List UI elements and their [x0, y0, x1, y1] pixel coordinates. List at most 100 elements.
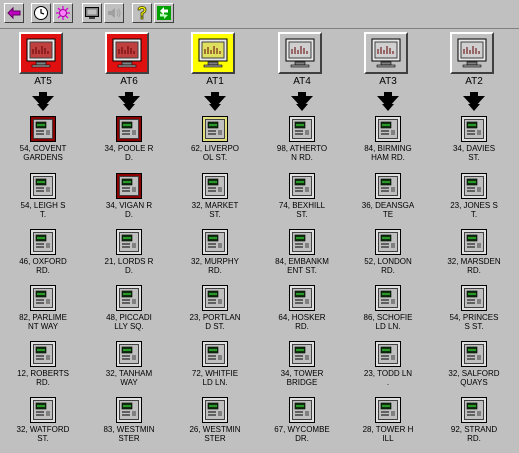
station-item[interactable]: 54, PRINCES S ST.: [431, 285, 517, 341]
sun-button[interactable]: [53, 3, 73, 23]
station-item[interactable]: 32, MARKET ST.: [172, 173, 258, 229]
at-tile-at2[interactable]: [450, 32, 494, 74]
station-panel-icon[interactable]: [116, 341, 142, 367]
station-item[interactable]: 54, LEIGH S T.: [0, 173, 86, 229]
station-item[interactable]: 26, WESTMIN STER: [172, 397, 258, 453]
station-item[interactable]: 34, VIGAN R D.: [86, 173, 172, 229]
station-item[interactable]: 74, BEXHILL ST.: [259, 173, 345, 229]
station-item[interactable]: 46, OXFORD RD.: [0, 229, 86, 285]
station-panel-icon[interactable]: [289, 285, 315, 311]
at-tile-at4[interactable]: [278, 32, 322, 74]
station-panel-icon[interactable]: [289, 397, 315, 423]
station-panel-icon[interactable]: [116, 173, 142, 199]
station-panel-icon[interactable]: [461, 116, 487, 142]
station-item[interactable]: 82, PARLIME NT WAY: [0, 285, 86, 341]
help-button[interactable]: [132, 3, 152, 23]
at-tile-at3[interactable]: [364, 32, 408, 74]
station-item[interactable]: 92, STRAND RD.: [431, 397, 517, 453]
at-tile-at6[interactable]: [105, 32, 149, 74]
station-panel-icon[interactable]: [202, 285, 228, 311]
station-panel-icon[interactable]: [30, 341, 56, 367]
station-item[interactable]: 32, MARSDEN RD.: [431, 229, 517, 285]
station-item[interactable]: 23, PORTLAN D ST.: [172, 285, 258, 341]
at-tile-at1[interactable]: [191, 32, 235, 74]
station-panel-icon[interactable]: [375, 173, 401, 199]
station-panel-icon[interactable]: [461, 397, 487, 423]
station-item[interactable]: 48, PICCADI LLY SQ.: [86, 285, 172, 341]
station-panel-icon[interactable]: [461, 341, 487, 367]
back-button[interactable]: [4, 3, 24, 23]
station-item[interactable]: 98, ATHERTO N RD.: [259, 116, 345, 172]
station-panel-icon[interactable]: [375, 285, 401, 311]
station-panel-icon[interactable]: [461, 173, 487, 199]
station-label: 84, EMBANKM ENT ST.: [275, 257, 329, 275]
station-panel-icon[interactable]: [30, 173, 56, 199]
station-label: 52, LONDON RD.: [364, 257, 412, 275]
station-item[interactable]: 83, WESTMIN STER: [86, 397, 172, 453]
station-item[interactable]: 34, DAVIES ST.: [431, 116, 517, 172]
station-item[interactable]: 84, BIRMING HAM RD.: [345, 116, 431, 172]
station-label: 46, OXFORD RD.: [19, 257, 67, 275]
station-item[interactable]: 52, LONDON RD.: [345, 229, 431, 285]
at-monitor-icon: [26, 38, 56, 68]
station-panel-icon[interactable]: [116, 229, 142, 255]
station-panel-icon[interactable]: [202, 341, 228, 367]
station-panel-icon[interactable]: [116, 397, 142, 423]
station-item[interactable]: 32, TANHAM WAY: [86, 341, 172, 397]
station-panel-icon[interactable]: [461, 229, 487, 255]
down-arrow-icon: [204, 92, 226, 111]
down-arrow-icon: [118, 92, 140, 111]
station-panel-icon[interactable]: [30, 229, 56, 255]
station-label: 32, SALFORD QUAYS: [448, 369, 500, 387]
station-item[interactable]: 34, TOWER BRIDGE: [259, 341, 345, 397]
at-tile-at5[interactable]: [19, 32, 63, 74]
station-panel-icon[interactable]: [375, 116, 401, 142]
station-label: 34, VIGAN R D.: [105, 201, 153, 219]
station-item[interactable]: 64, HOSKER RD.: [259, 285, 345, 341]
station-item[interactable]: 32, WATFORD ST.: [0, 397, 86, 453]
station-panel-icon[interactable]: [461, 285, 487, 311]
station-item[interactable]: 21, LORDS R D.: [86, 229, 172, 285]
clock-button[interactable]: [31, 3, 51, 23]
station-label: 21, LORDS R D.: [104, 257, 154, 275]
station-item[interactable]: 23, TODD LN .: [345, 341, 431, 397]
station-panel-icon[interactable]: [30, 285, 56, 311]
station-panel-icon[interactable]: [375, 341, 401, 367]
station-item[interactable]: 23, JONES S T.: [431, 173, 517, 229]
station-item[interactable]: 36, DEANSGA TE: [345, 173, 431, 229]
station-panel-icon[interactable]: [289, 229, 315, 255]
station-item[interactable]: 84, EMBANKM ENT ST.: [259, 229, 345, 285]
station-item[interactable]: 12, ROBERTS RD.: [0, 341, 86, 397]
at-monitor-icon: [371, 38, 401, 68]
station-panel-icon[interactable]: [116, 285, 142, 311]
station-panel-icon[interactable]: [289, 341, 315, 367]
station-item[interactable]: 86, SCHOFIE LD LN.: [345, 285, 431, 341]
station-label: 98, ATHERTO N RD.: [276, 144, 328, 162]
station-panel-icon[interactable]: [202, 116, 228, 142]
station-item[interactable]: 32, SALFORD QUAYS: [431, 341, 517, 397]
station-item[interactable]: 28, TOWER H ILL: [345, 397, 431, 453]
station-panel-icon[interactable]: [375, 229, 401, 255]
station-label: 26, WESTMIN STER: [189, 425, 241, 443]
station-item[interactable]: 67, WYCOMBE DR.: [259, 397, 345, 453]
station-panel-icon[interactable]: [289, 116, 315, 142]
sound-button[interactable]: [104, 3, 124, 23]
down-arrow-icon: [377, 92, 399, 111]
station-panel-icon[interactable]: [202, 397, 228, 423]
station-item[interactable]: 34, POOLE R D.: [86, 116, 172, 172]
station-panel-icon[interactable]: [375, 397, 401, 423]
refresh-button[interactable]: [154, 3, 174, 23]
station-panel-icon[interactable]: [202, 173, 228, 199]
station-panel-icon[interactable]: [289, 173, 315, 199]
station-item[interactable]: 32, MURPHY RD.: [172, 229, 258, 285]
station-panel-icon[interactable]: [116, 116, 142, 142]
station-item[interactable]: 54, COVENT GARDENS: [0, 116, 86, 172]
station-grid: AT5 54, COVENT GARDENS 54, LEIGH S T. 46…: [0, 28, 519, 448]
station-panel-icon[interactable]: [30, 116, 56, 142]
station-item[interactable]: 72, WHITFIE LD LN.: [172, 341, 258, 397]
station-item[interactable]: 62, LIVERPO OL ST.: [172, 116, 258, 172]
at-column-at2: AT2 34, DAVIES ST. 23, JONES S T. 32, MA…: [431, 28, 517, 448]
station-panel-icon[interactable]: [30, 397, 56, 423]
monitor-button[interactable]: [82, 3, 102, 23]
station-panel-icon[interactable]: [202, 229, 228, 255]
